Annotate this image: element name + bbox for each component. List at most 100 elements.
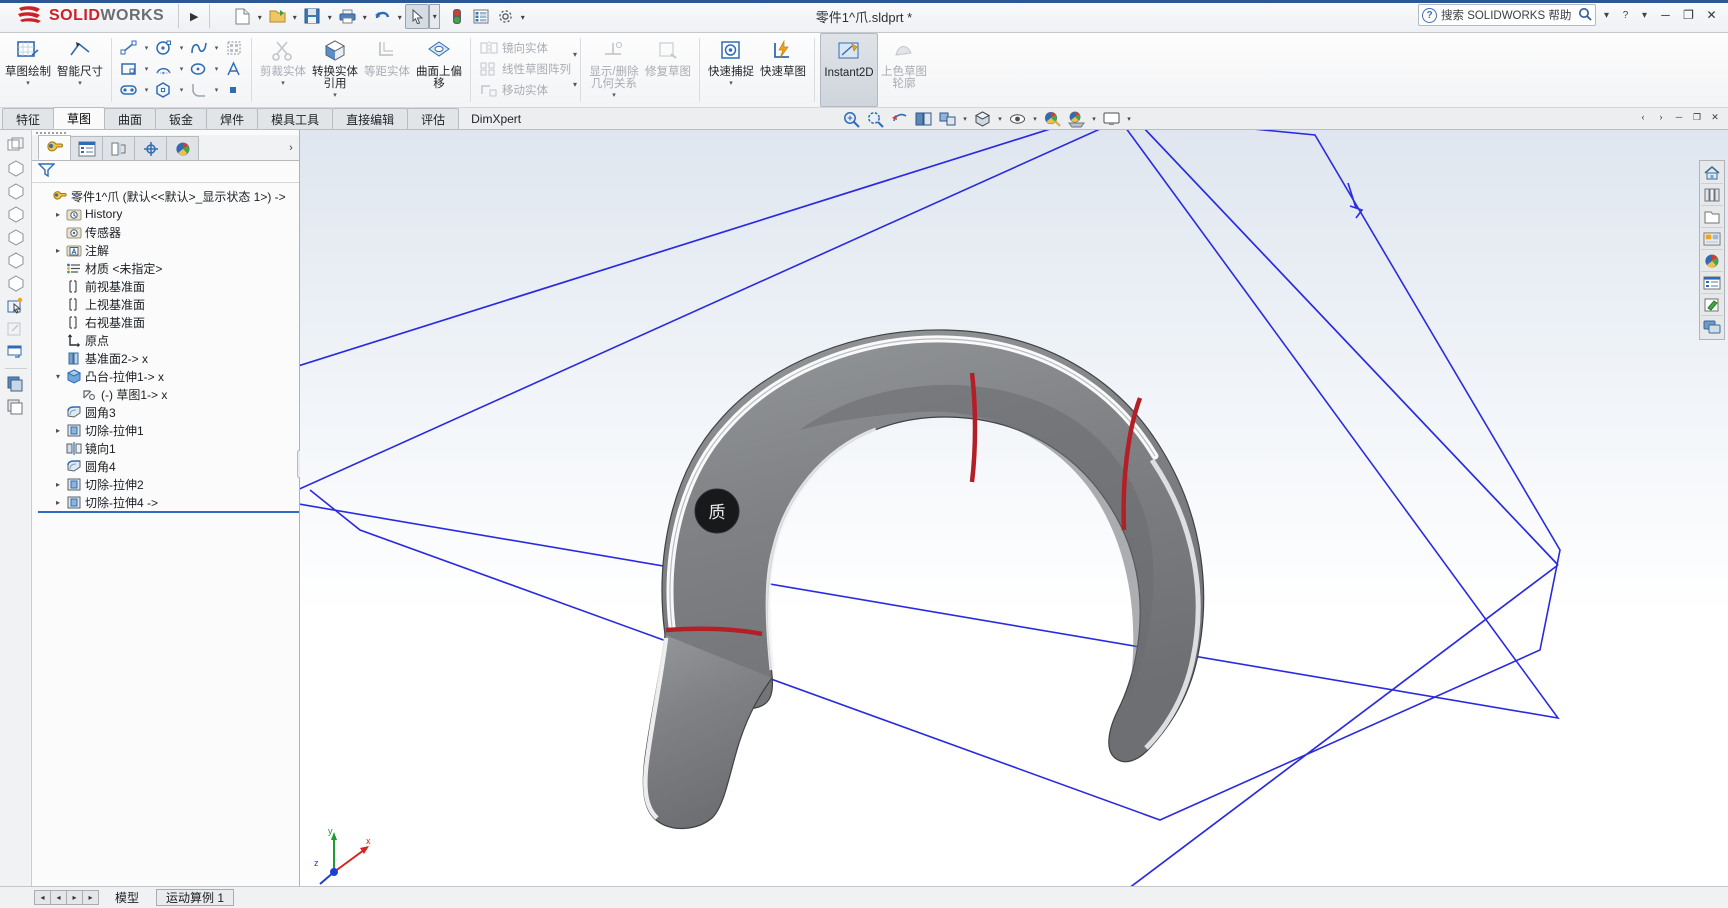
graphics-maximize-button[interactable]: ❐	[1690, 110, 1704, 124]
view-palette-icon[interactable]	[1701, 228, 1723, 250]
settings-caret[interactable]: ▾	[517, 4, 528, 29]
tree-row-sketch1[interactable]: (-) 草图1-> x	[32, 385, 299, 403]
display-delete-relations-caret[interactable]: ▾	[612, 91, 616, 99]
nav-last-button[interactable]: ▸	[82, 890, 99, 905]
offset-on-surface-button[interactable]: 曲面上偏移	[413, 33, 465, 107]
color-sphere-icon[interactable]	[1701, 250, 1723, 272]
tree-row-top-plane[interactable]: 上视基准面	[32, 295, 299, 313]
settings-button[interactable]	[493, 4, 517, 29]
smart-dimension-caret[interactable]: ▾	[78, 79, 82, 87]
tree-row-annotations[interactable]: ▸ 注解	[32, 241, 299, 259]
nav-first-button[interactable]: ◂	[34, 890, 51, 905]
trim-entities-button[interactable]: 剪裁实体 ▾	[257, 33, 309, 107]
print-caret[interactable]: ▾	[359, 4, 370, 29]
text-a-icon[interactable]	[222, 59, 246, 79]
tab-weldments[interactable]: 焊件	[206, 108, 259, 129]
undo-caret[interactable]: ▾	[394, 4, 405, 29]
tab-mold-tools[interactable]: 模具工具	[257, 108, 334, 129]
tree-row-cut-extrude1[interactable]: ▸ 切除-拉伸1	[32, 421, 299, 439]
open-document-caret[interactable]: ▾	[289, 4, 300, 29]
display-monitor-icon[interactable]	[3, 341, 29, 363]
folder-icon[interactable]	[1701, 206, 1723, 228]
restore-window-button[interactable]: ❐	[1678, 5, 1699, 25]
rapid-sketch-button[interactable]: 快速草图	[757, 33, 809, 107]
tree-row-history[interactable]: ▸ History	[32, 205, 299, 223]
close-window-button[interactable]: ✕	[1701, 5, 1722, 25]
graphics-close-button[interactable]: ✕	[1708, 110, 1722, 124]
tree-row-boss-extrude1[interactable]: ▾ 凸台-拉伸1-> x	[32, 367, 299, 385]
tree-arrow-cut-extrude2[interactable]: ▸	[52, 480, 64, 489]
tree-row-right-plane[interactable]: 右视基准面	[32, 313, 299, 331]
nav-prev-button[interactable]: ◂	[50, 890, 67, 905]
minimize-window-button[interactable]: ─	[1655, 5, 1676, 25]
tree-row-fillet3[interactable]: 圆角3	[32, 403, 299, 421]
linear-sketch-pattern-button[interactable]: 线性草图阵列	[476, 58, 571, 79]
slot-caret[interactable]: ▾	[141, 86, 152, 94]
instant2d-button[interactable]: Instant2D	[820, 33, 879, 107]
hide-show-eye-icon[interactable]	[1006, 109, 1029, 130]
sketch-edit-icon[interactable]	[3, 318, 29, 340]
tree-arrow-annotations[interactable]: ▸	[52, 246, 64, 255]
view-settings-monitor-icon[interactable]	[1100, 109, 1123, 130]
select-button[interactable]	[405, 3, 430, 29]
line-caret[interactable]: ▾	[141, 44, 152, 52]
zoom-area-icon[interactable]	[864, 109, 887, 130]
rebuild-button[interactable]	[445, 4, 469, 29]
tree-row-mirror1[interactable]: 镜向1	[32, 439, 299, 457]
scene-caret[interactable]: ▾	[1089, 109, 1099, 130]
arc-icon[interactable]	[152, 59, 176, 79]
tree-arrow-history[interactable]: ▸	[52, 210, 64, 219]
model-canvas[interactable]: 质 y x z	[300, 130, 1728, 908]
library-books-icon[interactable]	[1701, 184, 1723, 206]
display-style-caret[interactable]: ▾	[995, 109, 1005, 130]
claw-part-body[interactable]: 质	[642, 329, 1205, 830]
panel-expand-arrow[interactable]: ›	[283, 136, 299, 160]
trim-entities-caret[interactable]: ▾	[281, 79, 285, 87]
select-caret[interactable]: ▾	[429, 3, 441, 29]
rectangle-caret[interactable]: ▾	[141, 65, 152, 73]
tree-row-fillet4[interactable]: 圆角4	[32, 457, 299, 475]
open-document-button[interactable]	[265, 4, 289, 29]
tree-row-origin[interactable]: 原点	[32, 331, 299, 349]
property-manager-tab[interactable]	[70, 136, 103, 160]
feature-manager-tab[interactable]	[38, 135, 71, 160]
cube-icon-e[interactable]	[3, 249, 29, 271]
pattern-icon[interactable]	[222, 38, 246, 58]
tree-row-cut-extrude2[interactable]: ▸ 切除-拉伸2	[32, 475, 299, 493]
tree-arrow-cut-extrude1[interactable]: ▸	[52, 426, 64, 435]
spline-icon[interactable]	[187, 38, 211, 58]
fillet-icon[interactable]	[187, 80, 211, 100]
scene-icon[interactable]	[1065, 109, 1088, 130]
previous-view-icon[interactable]	[888, 109, 911, 130]
tab-sheetmetal[interactable]: 钣金	[155, 108, 208, 129]
display-manager-tab[interactable]	[166, 136, 199, 160]
view-settings-caret[interactable]: ▾	[1124, 109, 1134, 130]
tree-row-cut-extrude4[interactable]: ▸ 切除-拉伸4 ->	[32, 493, 299, 511]
feature-badge[interactable]: 质	[694, 488, 740, 534]
help-search-input[interactable]: 搜索 SOLIDWORKS 帮助	[1441, 7, 1578, 23]
graphics-restore-left-button[interactable]: ‹	[1636, 110, 1650, 124]
cube-icon-c[interactable]	[3, 203, 29, 225]
configuration-manager-tab[interactable]	[102, 136, 135, 160]
pattern-caret-1[interactable]: ▾	[573, 50, 577, 59]
repair-sketch-button[interactable]: 修复草图	[642, 33, 694, 107]
help-menu-caret[interactable]: ▾	[1636, 5, 1653, 25]
tab-features[interactable]: 特征	[2, 108, 55, 129]
circle-icon[interactable]	[152, 38, 176, 58]
cube-icon-d[interactable]	[3, 226, 29, 248]
home-icon[interactable]	[1701, 162, 1723, 184]
help-search-caret[interactable]: ▾	[1598, 5, 1615, 25]
tree-row-plane2[interactable]: 基准面2-> x	[32, 349, 299, 367]
dimxpert-manager-tab[interactable]	[134, 136, 167, 160]
menu-expand-arrow[interactable]: ▶	[185, 5, 203, 27]
tab-surfaces[interactable]: 曲面	[104, 108, 157, 129]
shaded-sketch-contours-button[interactable]: 上色草图轮廓	[878, 33, 930, 107]
convert-entities-caret[interactable]: ▾	[333, 91, 337, 99]
undo-button[interactable]	[370, 4, 394, 29]
graphics-minimize-button[interactable]: ─	[1672, 110, 1686, 124]
cube-stack-icon[interactable]	[3, 134, 29, 156]
arc-caret[interactable]: ▾	[176, 65, 187, 73]
section-view-icon[interactable]	[912, 109, 935, 130]
save-button[interactable]	[300, 4, 324, 29]
tree-arrow-boss-extrude1[interactable]: ▾	[52, 372, 64, 381]
